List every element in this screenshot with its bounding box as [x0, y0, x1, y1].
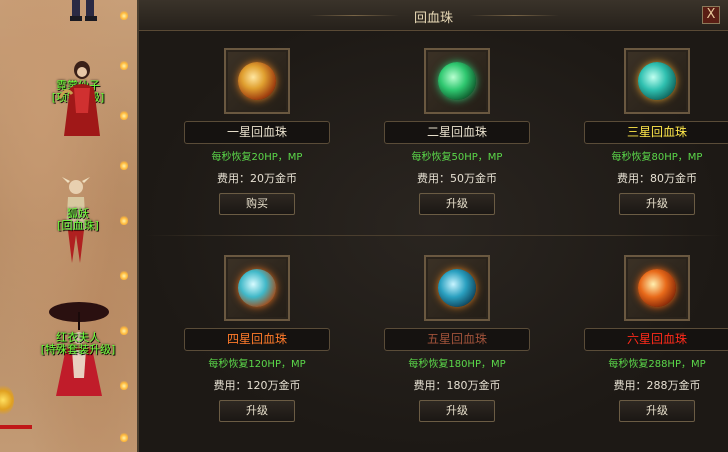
- npc-figure[interactable]: [52, 58, 112, 138]
- item-effect: 每秒恢复288HP，MP: [608, 359, 706, 370]
- item-name: 三星回血珠: [584, 121, 728, 144]
- item-name: 四星回血珠: [184, 328, 330, 351]
- orb-icon: [638, 62, 676, 100]
- item-cost: 费用：80万金币: [617, 172, 697, 185]
- item-name-text: 三星回血珠: [626, 125, 687, 139]
- item-cost: 费用：120万金币: [213, 379, 301, 392]
- npc-huyao[interactable]: 狐妖 [回血珠]: [28, 208, 128, 232]
- orb-icon: [238, 269, 276, 307]
- item-name: 六星回血珠: [584, 328, 728, 351]
- item-name: 一星回血珠: [184, 121, 330, 144]
- npc-function: [特殊套装升级]: [40, 343, 116, 356]
- item-name-text: 二星回血珠: [426, 125, 487, 139]
- torch-icon: [120, 380, 128, 390]
- item-name: 五星回血珠: [384, 328, 530, 351]
- orb-card-2: 二星回血珠 每秒恢复50HP，MP 费用：50万金币 升级: [382, 48, 542, 238]
- item-slot[interactable]: [224, 255, 290, 321]
- item-name-text: 四星回血珠: [226, 332, 287, 346]
- item-effect: 每秒恢复80HP，MP: [611, 152, 703, 163]
- upgrade-button[interactable]: 升级: [419, 400, 495, 422]
- item-name-text: 六星回血珠: [626, 332, 687, 346]
- hp-bar: [0, 425, 32, 429]
- character-figure[interactable]: [62, 0, 112, 22]
- item-cost: 费用：180万金币: [413, 379, 501, 392]
- item-slot[interactable]: [424, 48, 490, 114]
- orb-icon: [438, 269, 476, 307]
- torch-icon: [120, 110, 128, 120]
- buy-button[interactable]: 购买: [219, 193, 295, 215]
- orb-icon: [238, 62, 276, 100]
- upgrade-button[interactable]: 升级: [619, 400, 695, 422]
- upgrade-button[interactable]: 升级: [619, 193, 695, 215]
- recovery-orb-window: 回血珠 X 一星回血珠 每秒恢复20HP，MP 费用：20万金币 购买 二星回血…: [137, 0, 728, 452]
- orb-card-6: 六星回血珠 每秒恢复288HP，MP 费用：288万金币 升级: [582, 255, 728, 445]
- item-name-text: 五星回血珠: [426, 332, 487, 346]
- torch-icon: [120, 160, 128, 170]
- item-name: 二星回血珠: [384, 121, 530, 144]
- orb-card-5: 五星回血珠 每秒恢复180HP，MP 费用：180万金币 升级: [382, 255, 542, 445]
- torch-icon: [120, 270, 128, 280]
- window-title: 回血珠: [413, 11, 453, 26]
- orb-card-3: 三星回血珠 每秒恢复80HP，MP 费用：80万金币 升级: [582, 48, 728, 238]
- item-name-text: 一星回血珠: [226, 125, 287, 139]
- item-cost: 费用：20万金币: [217, 172, 297, 185]
- npc-hongyi-furen[interactable]: 红衣夫人 [特殊套装升级]: [18, 332, 137, 356]
- orb-card-1: 一星回血珠 每秒恢复20HP，MP 费用：20万金币 购买: [182, 48, 342, 238]
- item-cost: 费用：288万金币: [613, 379, 701, 392]
- item-slot[interactable]: [624, 255, 690, 321]
- item-slot[interactable]: [624, 48, 690, 114]
- close-button[interactable]: X: [702, 6, 720, 24]
- orb-card-4: 四星回血珠 每秒恢复120HP，MP 费用：120万金币 升级: [182, 255, 342, 445]
- game-world: 霓裳仙子 [项链升级] 狐妖 [回血珠] 红衣夫人 [特殊套装升级]: [0, 0, 137, 452]
- orb-icon: [638, 269, 676, 307]
- item-slot[interactable]: [424, 255, 490, 321]
- item-effect: 每秒恢复20HP，MP: [211, 152, 303, 163]
- npc-function: [回血珠]: [57, 219, 99, 232]
- orb-icon: [438, 62, 476, 100]
- item-effect: 每秒恢复120HP，MP: [208, 359, 306, 370]
- torch-icon: [120, 10, 128, 20]
- effect-glow: [0, 385, 14, 415]
- item-effect: 每秒恢复180HP，MP: [408, 359, 506, 370]
- item-slot[interactable]: [224, 48, 290, 114]
- upgrade-button[interactable]: 升级: [219, 400, 295, 422]
- upgrade-button[interactable]: 升级: [419, 193, 495, 215]
- item-effect: 每秒恢复50HP，MP: [411, 152, 503, 163]
- item-cost: 费用：50万金币: [417, 172, 497, 185]
- window-titlebar[interactable]: 回血珠 X: [139, 0, 728, 31]
- torch-icon: [120, 60, 128, 70]
- torch-icon: [120, 432, 128, 442]
